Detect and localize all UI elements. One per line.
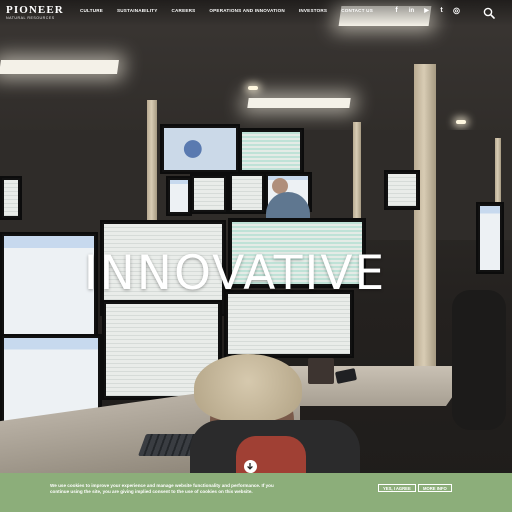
twitter-icon[interactable]: t [437,6,446,15]
wall-monitor [160,124,240,174]
desk-monitor [166,176,192,216]
ceiling-light [247,98,351,108]
hero-headline: INNOVATIVE [83,246,387,301]
pioneer-logo[interactable]: PIONEER NATURAL RESOURCES [6,5,64,21]
office-chair [452,290,506,430]
desk-monitor [384,170,420,210]
social-links: f in ▶ t ◎ [392,6,461,15]
desk-monitor [228,172,266,214]
facebook-icon[interactable]: f [392,6,401,15]
nav-contact-us[interactable]: CONTACT US [341,8,373,13]
logo-wordmark: PIONEER [6,4,64,16]
logo-tagline: NATURAL RESOURCES [6,16,55,20]
wall-monitor [238,128,304,174]
nav-culture[interactable]: CULTURE [80,8,103,13]
ceiling-spot [248,86,258,90]
pillar [414,64,436,384]
nav-operations-and-innovation[interactable]: OPERATIONS AND INNOVATION [209,8,285,13]
desk-monitor [190,174,228,214]
scroll-down-icon[interactable] [244,460,257,473]
instagram-icon[interactable]: ◎ [452,6,461,15]
main-nav: CULTURE SUSTAINABILITY CAREERS OPERATION… [80,8,373,13]
search-icon-svg [483,7,495,19]
cookie-consent-bar: We use cookies to improve your experienc… [0,473,512,512]
nav-investors[interactable]: INVESTORS [299,8,327,13]
site-header: PIONEER NATURAL RESOURCES CULTURE SUSTAI… [0,0,512,26]
cookie-message: We use cookies to improve your experienc… [50,483,274,494]
nav-sustainability[interactable]: SUSTAINABILITY [117,8,158,13]
cookie-agree-button[interactable]: YES, I AGREE [378,484,416,492]
cookie-more-info-button[interactable]: MORE INFO [418,484,452,492]
pillar [147,100,157,220]
ceiling-light [0,60,119,74]
ceiling-spot [456,120,466,124]
pillar [353,122,361,218]
desk-monitor [476,202,504,274]
youtube-icon[interactable]: ▶ [422,6,431,15]
desk-monitor [0,176,22,220]
pillar [495,138,501,208]
search-icon[interactable] [483,6,495,19]
nav-careers[interactable]: CAREERS [172,8,196,13]
desk-cup [308,358,334,384]
linkedin-icon[interactable]: in [407,6,416,15]
foreground-person-cap [194,354,302,422]
arrow-down-icon [247,463,253,470]
